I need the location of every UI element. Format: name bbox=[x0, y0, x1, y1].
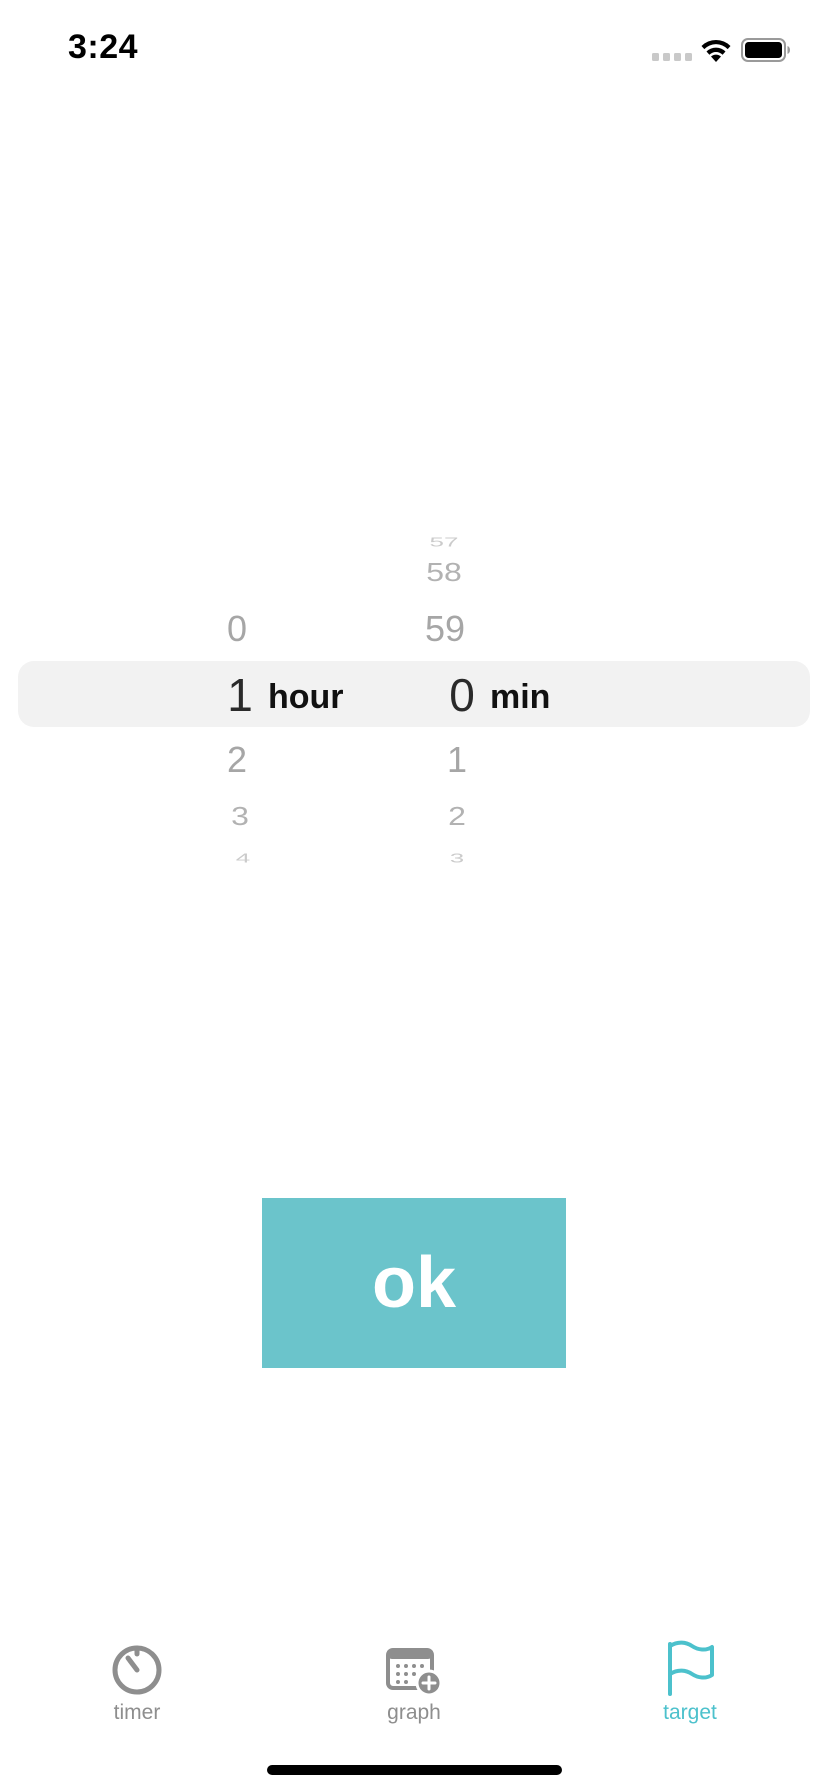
flag-icon bbox=[668, 1640, 714, 1696]
minute-option[interactable]: 58 bbox=[426, 559, 462, 585]
tab-graph[interactable]: graph bbox=[334, 1620, 494, 1730]
home-indicator bbox=[267, 1765, 562, 1775]
minute-unit-label: min bbox=[490, 678, 551, 716]
tab-target[interactable]: target bbox=[610, 1620, 770, 1730]
picker-selection-highlight bbox=[18, 661, 810, 727]
ok-button[interactable]: ok bbox=[262, 1198, 566, 1368]
hour-option[interactable]: 4 bbox=[236, 852, 250, 865]
wifi-icon bbox=[701, 39, 731, 62]
minute-option[interactable]: 59 bbox=[425, 611, 465, 647]
hour-selected-value[interactable]: 1 bbox=[227, 672, 253, 718]
tab-target-label: target bbox=[663, 1701, 717, 1724]
minute-option[interactable]: 1 bbox=[447, 742, 467, 778]
hour-option[interactable]: 0 bbox=[227, 611, 247, 647]
minute-selected-value[interactable]: 0 bbox=[449, 672, 475, 718]
timer-icon bbox=[112, 1645, 162, 1695]
duration-picker[interactable]: 0 1 hour 2 3 4 57 58 59 0 min 1 2 3 bbox=[0, 510, 828, 875]
tab-timer-label: timer bbox=[113, 1701, 161, 1724]
tab-graph-label: graph bbox=[387, 1701, 441, 1724]
hour-option[interactable]: 2 bbox=[227, 742, 247, 778]
calendar-add-icon bbox=[386, 1648, 443, 1697]
tab-timer[interactable]: timer bbox=[57, 1620, 217, 1730]
status-bar: 3:24 bbox=[0, 0, 828, 100]
cellular-signal-icon bbox=[652, 53, 692, 61]
minute-option[interactable]: 57 bbox=[430, 536, 459, 549]
hour-option[interactable]: 3 bbox=[231, 803, 249, 829]
status-time: 3:24 bbox=[68, 28, 139, 66]
battery-icon bbox=[741, 38, 790, 62]
hour-unit-label: hour bbox=[268, 678, 344, 716]
tab-bar: timer graph target bbox=[0, 1620, 828, 1730]
minute-option[interactable]: 2 bbox=[448, 803, 466, 829]
minute-option[interactable]: 3 bbox=[450, 852, 464, 865]
